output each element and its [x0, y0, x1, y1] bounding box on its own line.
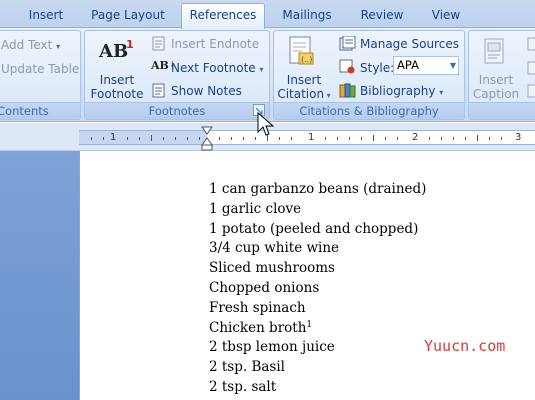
captions-group: Insert Caption: [468, 30, 535, 120]
mouse-pointer-icon: [257, 112, 275, 136]
chevron-down-icon: ▼: [449, 61, 456, 70]
footnotes-group: AB 1 Insert Footnote Insert Endnote AB↓ N…: [84, 30, 270, 120]
contents-group: Add Text ▾ Update Table Contents: [0, 30, 81, 120]
manage-sources-icon: [339, 36, 356, 51]
citations-group: (..) Insert Citation ▾ Manage Sources St…: [273, 30, 465, 120]
tab-insert[interactable]: Insert: [22, 7, 70, 28]
tab-review[interactable]: Review: [354, 7, 410, 28]
indent-marker-icon[interactable]: [201, 124, 213, 152]
contents-group-label: Contents: [0, 102, 80, 119]
footnotes-group-label: Footnotes: [85, 102, 269, 119]
tab-page-layout[interactable]: Page Layout: [88, 7, 168, 28]
bibliography-button[interactable]: Bibliography ▾: [360, 84, 443, 98]
ruler-number: 1: [110, 132, 117, 143]
ruler-number: 3: [515, 132, 522, 143]
chevron-down-icon: ▾: [259, 65, 264, 74]
tab-mailings[interactable]: Mailings: [276, 7, 338, 28]
update-table-button[interactable]: Update Table: [1, 62, 79, 76]
show-notes-icon: [152, 83, 165, 98]
style-select-value: APA: [397, 58, 419, 72]
insert-footnote-label-1: Insert: [99, 73, 135, 87]
document-text[interactable]: 1 can garbanzo beans (drained) 1 garlic …: [209, 180, 426, 398]
insert-caption-label-1: Insert: [478, 73, 514, 87]
style-select[interactable]: APA ▼: [393, 56, 459, 75]
document-line-text: Chicken broth: [209, 319, 307, 336]
insert-citation-button[interactable]: Insert Citation ▾: [276, 73, 332, 103]
insert-citation-label-1: Insert: [286, 73, 322, 87]
insert-endnote-icon: [152, 36, 165, 51]
left-margin-pane: [0, 151, 79, 400]
svg-text:(..): (..): [301, 55, 312, 64]
insert-citation-label-2: Citation ▾: [277, 87, 331, 101]
captions-group-label: [469, 102, 535, 119]
ribbon: Add Text ▾ Update Table Contents AB 1 Ins…: [0, 28, 535, 122]
chevron-down-icon: ▾: [324, 91, 331, 100]
document-line: Chopped onions: [209, 279, 320, 296]
citations-group-label: Citations & Bibliography: [274, 102, 464, 119]
insert-footnote-label-2: Footnote: [90, 87, 144, 101]
style-label: Style:: [360, 61, 395, 75]
document-line: 2 tbsp lemon juice: [209, 339, 335, 356]
add-text-button[interactable]: Add Text ▾: [1, 38, 60, 52]
ruler-number: 2: [412, 132, 419, 143]
horizontal-ruler[interactable]: 1 1 2 3: [79, 130, 535, 145]
document-line: 1 can garbanzo beans (drained): [209, 181, 427, 197]
insert-footnote-icon: AB 1: [99, 38, 134, 62]
footnote-reference[interactable]: 1: [306, 320, 312, 330]
document-line: 1 garlic clove: [209, 200, 302, 217]
next-footnote-label: Next Footnote: [171, 61, 256, 75]
cross-reference-icon: [527, 84, 535, 98]
ribbon-tab-bar: Insert Page Layout References Mailings R…: [0, 0, 535, 29]
insert-table-of-figures-icon: [527, 37, 535, 51]
document-line: 1 potato (peeled and chopped): [209, 220, 419, 237]
style-icon: [339, 59, 355, 74]
insert-caption-icon: [484, 38, 504, 64]
document-line: 2 tsp. salt: [209, 378, 277, 395]
document-line-footnoted: Chicken broth1: [209, 319, 426, 339]
insert-caption-label-2: Caption: [472, 87, 520, 101]
insert-endnote-button[interactable]: Insert Endnote: [171, 37, 259, 51]
document-line: Sliced mushrooms: [209, 260, 335, 277]
watermark: Yuucn.com: [424, 337, 506, 355]
update-table-icon: [527, 61, 535, 75]
add-text-label: Add Text: [1, 38, 53, 52]
insert-footnote-button[interactable]: Insert Footnote: [87, 73, 147, 101]
tab-view[interactable]: View: [424, 7, 468, 28]
bibliography-label: Bibliography: [360, 84, 436, 98]
tab-references[interactable]: References: [181, 3, 265, 29]
ruler-number: 1: [308, 132, 315, 143]
insert-citation-icon: (..): [289, 36, 314, 65]
document-line: 2 tsp. Basil: [209, 359, 285, 376]
chevron-down-icon: ▾: [439, 88, 444, 97]
bibliography-icon: [339, 83, 356, 98]
show-notes-button[interactable]: Show Notes: [171, 84, 242, 98]
document-line: 3/4 cup white wine: [209, 240, 340, 257]
document-line: Fresh spinach: [209, 299, 306, 316]
next-footnote-button[interactable]: Next Footnote ▾: [171, 61, 264, 75]
manage-sources-button[interactable]: Manage Sources: [360, 37, 459, 51]
chevron-down-icon: ▾: [56, 42, 61, 51]
insert-caption-button[interactable]: Insert Caption: [469, 73, 523, 101]
